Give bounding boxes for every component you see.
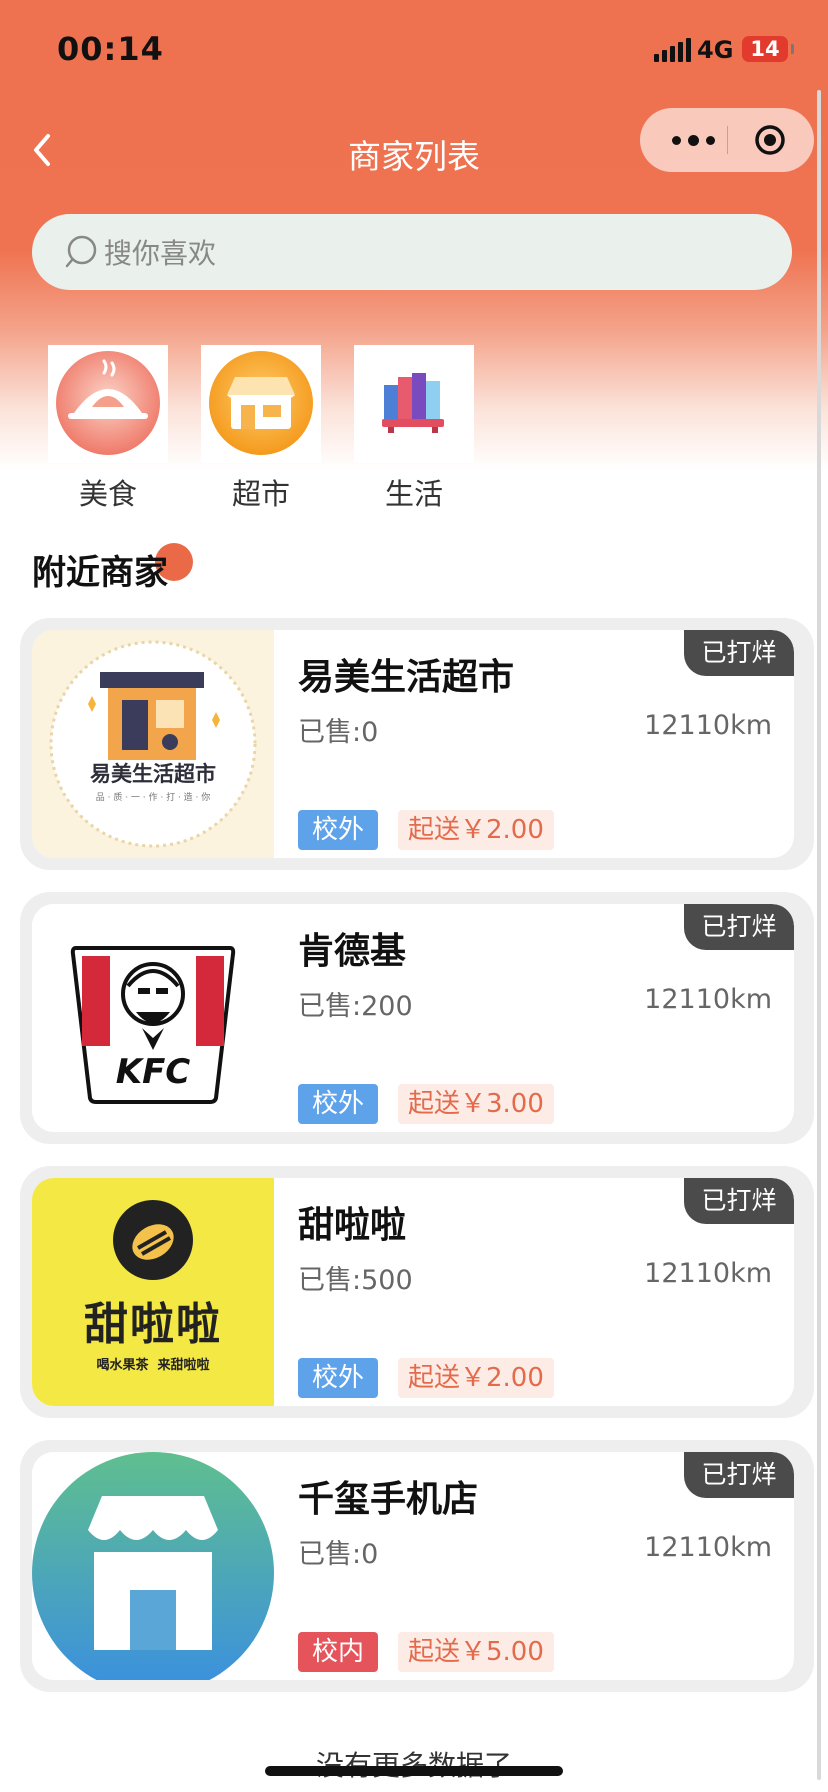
merchant-name: 千玺手机店 [298,1479,479,1520]
merchant-sold: 已售:0 [298,717,379,748]
close-target-icon[interactable] [754,124,786,156]
merchant-logo [32,1452,274,1680]
category-label: 生活 [384,477,443,511]
merchant-min-order: 起送￥2.00 [398,1358,554,1398]
merchant-logo-text: 易美生活超市 [90,762,216,786]
roast-chicken-icon [48,345,168,463]
merchant-location-tag: 校外 [298,1358,379,1398]
merchant-min-order: 起送￥3.00 [398,1084,554,1124]
merchant-location-tag: 校外 [298,1084,379,1124]
books-icon [354,345,474,463]
merchant-sold: 已售:200 [298,991,413,1022]
merchant-distance: 12110km [644,1532,772,1563]
mini-program-capsule [640,108,814,172]
merchant-card[interactable]: 甜啦啦 喝水果茶 来甜啦啦 甜啦啦 已售:500 12110km 校外 起送￥2… [20,1166,814,1418]
merchant-card-body: 易美生活超市 品 · 质 · 一 · 作 · 打 · 造 · 你 易美生活超市 … [32,630,794,858]
merchant-logo-subtext: 品 · 质 · 一 · 作 · 打 · 造 · 你 [95,793,211,803]
merchant-name: 甜啦啦 [298,1205,407,1246]
category-label: 超市 [231,477,290,511]
merchant-card[interactable]: 易美生活超市 品 · 质 · 一 · 作 · 打 · 造 · 你 易美生活超市 … [20,618,814,870]
category-label: 美食 [78,477,137,511]
search-input[interactable]: 搜你喜欢 [32,214,792,290]
search-icon [65,235,97,268]
merchant-logo: 甜啦啦 喝水果茶 来甜啦啦 [32,1178,274,1406]
storefront-icon [201,345,321,463]
merchant-distance: 12110km [644,1258,772,1289]
merchant-min-order: 起送￥2.00 [398,810,554,850]
merchant-card-body: KFC 肯德基 已售:200 12110km 校外 起送￥3.00 已打烊 [32,904,794,1132]
merchant-logo-text: KFC [115,1052,191,1092]
merchant-logo: KFC [32,904,274,1132]
status-badge: 已打烊 [684,1178,794,1224]
merchant-name: 易美生活超市 [298,657,515,698]
status-bar: 00:14 4G 14 [0,0,828,100]
search-placeholder: 搜你喜欢 [104,237,217,270]
merchant-distance: 12110km [644,984,772,1015]
merchant-location-tag: 校外 [298,810,379,850]
navigation-bar: 商家列表 [0,100,828,200]
more-icon[interactable] [668,108,724,172]
category-food[interactable]: 美食 [48,345,168,513]
merchant-card-body: 千玺手机店 已售:0 12110km 校内 起送￥5.00 已打烊 [32,1452,794,1680]
section-title: 附近商家 [32,543,193,594]
category-life[interactable]: 生活 [354,345,474,513]
merchant-name: 肯德基 [298,931,407,972]
network-type: 4G [697,36,734,64]
battery-icon: 14 [742,36,794,62]
signal-icon [654,38,691,62]
status-badge: 已打烊 [684,630,794,676]
merchant-min-order: 起送￥5.00 [398,1632,554,1672]
status-badge: 已打烊 [684,1452,794,1498]
home-indicator[interactable] [265,1766,563,1776]
merchant-card[interactable]: 千玺手机店 已售:0 12110km 校内 起送￥5.00 已打烊 [20,1440,814,1692]
status-time: 00:14 [57,30,164,68]
list-end-text: 没有更多数据了 [0,1744,828,1784]
merchant-logo-text: 甜啦啦 [84,1299,222,1350]
merchant-logo: 易美生活超市 品 · 质 · 一 · 作 · 打 · 造 · 你 [32,630,274,858]
merchant-sold: 已售:0 [298,1539,379,1570]
status-badge: 已打烊 [684,904,794,950]
capsule-divider [727,126,728,154]
merchant-sold: 已售:500 [298,1265,413,1296]
merchant-card-body: 甜啦啦 喝水果茶 来甜啦啦 甜啦啦 已售:500 12110km 校外 起送￥2… [32,1178,794,1406]
merchant-location-tag: 校内 [298,1632,379,1672]
merchant-logo-subtext: 喝水果茶 来甜啦啦 [96,1358,210,1373]
merchant-distance: 12110km [644,710,772,741]
category-supermarket[interactable]: 超市 [201,345,321,513]
merchant-card[interactable]: KFC 肯德基 已售:200 12110km 校外 起送￥3.00 已打烊 [20,892,814,1144]
scrollbar[interactable] [817,90,821,1780]
